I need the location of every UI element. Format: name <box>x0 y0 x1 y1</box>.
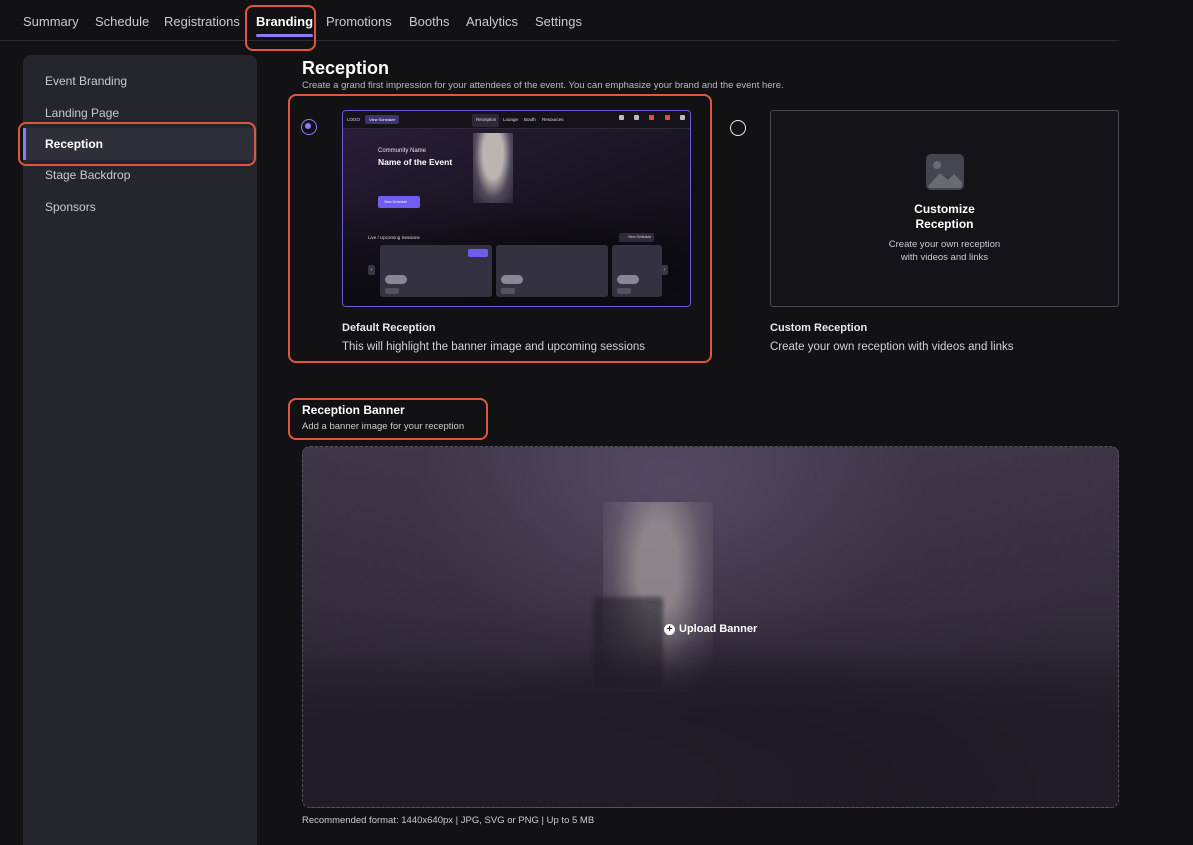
custom-box-sub-line2: with videos and links <box>900 252 989 263</box>
custom-box-title-line1: Customize <box>914 202 975 216</box>
sidebar-item-sponsors[interactable]: Sponsors <box>23 191 257 223</box>
preview-avatars <box>385 275 407 284</box>
preview-tab-booth: Booth <box>524 117 536 122</box>
preview-tag <box>617 288 631 294</box>
preview-speaker-image <box>473 133 513 203</box>
custom-reception-title: Custom Reception <box>770 322 868 334</box>
preview-session-card <box>496 245 608 297</box>
tab-booths[interactable]: Booths <box>409 14 449 29</box>
preview-tag <box>385 288 399 294</box>
sidebar-item-landing-page[interactable]: Landing Page <box>23 97 257 129</box>
preview-session-card <box>612 245 662 297</box>
branding-sidebar: Event Branding Landing Page Reception St… <box>23 55 257 845</box>
preview-logo: LOGO <box>347 117 361 122</box>
preview-community-name: Community Name <box>378 148 427 154</box>
preview-chevron-left-icon: ‹ <box>368 265 375 275</box>
custom-reception-radio[interactable] <box>730 120 746 136</box>
default-reception-preview[interactable]: LOGO View Schedule Reception Lounge Boot… <box>342 110 691 307</box>
page-subtitle: Create a grand first impression for your… <box>302 80 784 91</box>
image-icon <box>926 154 964 190</box>
banner-upload-area[interactable]: + Upload Banner <box>302 446 1119 808</box>
preview-icon-3 <box>649 115 654 120</box>
preview-tab-reception: Reception <box>476 117 497 122</box>
sidebar-item-stage-backdrop[interactable]: Stage Backdrop <box>23 159 257 191</box>
tab-settings[interactable]: Settings <box>535 14 582 29</box>
page-title: Reception <box>302 58 390 78</box>
tab-promotions[interactable]: Promotions <box>326 14 392 29</box>
preview-schedule-button: View Schedule <box>378 196 420 208</box>
preview-join-button <box>468 249 488 257</box>
upload-banner-label: Upload Banner <box>679 623 758 635</box>
reception-banner-subtitle: Add a banner image for your reception <box>302 421 465 432</box>
preview-chevron-right-icon: › <box>661 265 668 275</box>
tab-registrations[interactable]: Registrations <box>164 14 240 29</box>
preview-view-schedule: View Schedule <box>619 233 655 242</box>
preview-event-name: Name of the Event <box>378 157 453 167</box>
top-navigation: Summary Schedule Registrations Branding … <box>0 0 1193 42</box>
custom-box-sub-line1: Create your own reception <box>888 239 1001 250</box>
preview-avatars <box>501 275 523 284</box>
upload-banner-button[interactable]: + Upload Banner <box>664 623 757 635</box>
preview-tab-resources: Resources <box>542 117 564 122</box>
plus-circle-icon: + <box>664 623 675 635</box>
tab-schedule[interactable]: Schedule <box>95 14 149 29</box>
tab-summary[interactable]: Summary <box>23 14 79 29</box>
custom-box-title-line2: Reception <box>915 217 974 231</box>
sidebar-item-event-branding[interactable]: Event Branding <box>23 65 257 97</box>
default-reception-description: This will highlight the banner image and… <box>342 341 646 353</box>
preview-sessions-label: Live / Upcoming Sessions <box>368 235 420 240</box>
preview-icon-4 <box>665 115 670 120</box>
tab-analytics[interactable]: Analytics <box>466 14 518 29</box>
nav-divider <box>0 40 1119 41</box>
preview-tag <box>501 288 515 294</box>
sidebar-item-reception[interactable]: Reception <box>23 128 257 160</box>
preview-tab-lounge: Lounge <box>503 117 519 122</box>
preview-icon-2 <box>634 115 639 120</box>
custom-reception-description: Create your own reception with videos an… <box>770 341 1014 353</box>
recommended-format-note: Recommended format: 1440x640px | JPG, SV… <box>302 815 595 826</box>
preview-pill: View Schedule <box>365 115 400 124</box>
preview-session-card <box>380 245 492 297</box>
preview-avatars <box>617 275 639 284</box>
tab-branding[interactable]: Branding <box>256 14 314 37</box>
reception-banner-title: Reception Banner <box>302 403 405 417</box>
custom-reception-card[interactable]: Customize Reception Create your own rece… <box>770 110 1119 307</box>
preview-header: LOGO View Schedule Reception Lounge Boot… <box>343 111 690 129</box>
preview-icon-5 <box>680 115 685 120</box>
default-reception-title: Default Reception <box>342 322 436 334</box>
default-reception-radio[interactable] <box>301 119 317 135</box>
preview-icon-1 <box>619 115 624 120</box>
